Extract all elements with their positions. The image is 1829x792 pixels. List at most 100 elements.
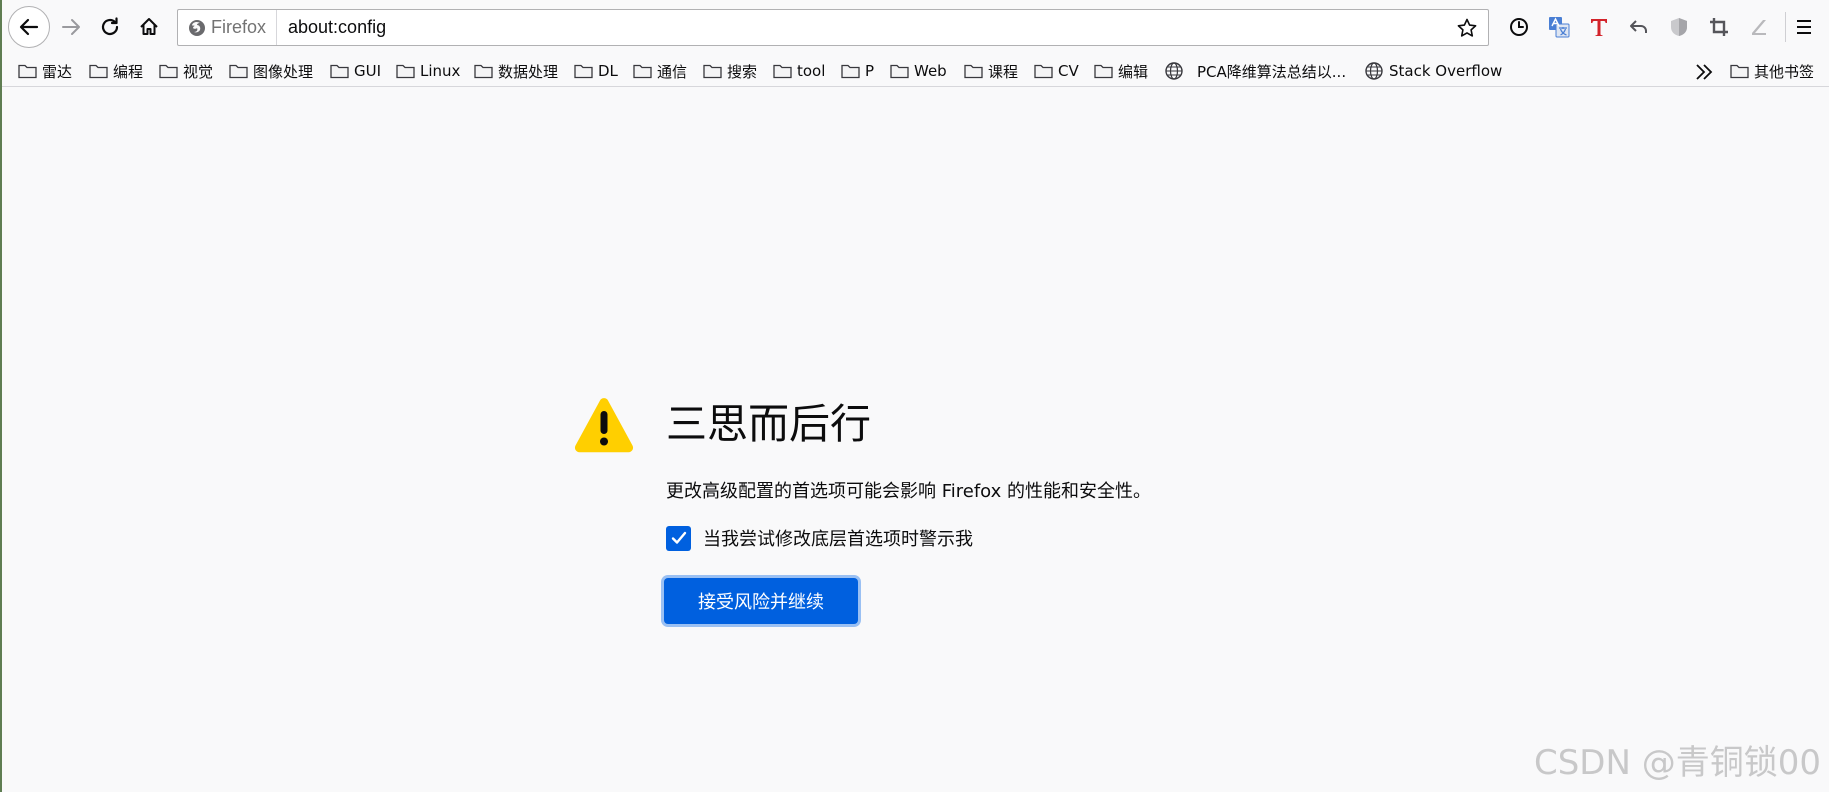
bookmark-label: tool bbox=[797, 62, 826, 80]
bookmark-folder[interactable]: 课程 bbox=[964, 59, 1018, 83]
bookmark-folder[interactable]: 编程 bbox=[89, 59, 143, 83]
folder-icon bbox=[159, 64, 178, 79]
shield-extension-button[interactable] bbox=[1659, 8, 1699, 46]
bookmark-folder[interactable]: 编辑 bbox=[1094, 59, 1148, 83]
undo-arrow-icon bbox=[1630, 20, 1647, 33]
z-letter-icon bbox=[1752, 20, 1766, 35]
folder-icon bbox=[841, 64, 860, 79]
bookmark-label: GUI bbox=[354, 62, 382, 80]
undo-close-button[interactable] bbox=[1619, 8, 1659, 46]
forward-arrow-icon bbox=[62, 19, 80, 35]
bookmark-link[interactable]: Stack Overflow bbox=[1364, 59, 1502, 83]
bookmark-folder[interactable]: GUI bbox=[330, 59, 381, 83]
extension-toolbar bbox=[1499, 8, 1792, 46]
z-extension-button[interactable] bbox=[1739, 8, 1779, 46]
folder-icon bbox=[396, 64, 415, 79]
bookmark-label: PCA降维算法总结以... bbox=[1197, 62, 1347, 81]
translate-button[interactable] bbox=[1539, 8, 1579, 46]
bookmark-label: Linux bbox=[420, 62, 461, 80]
bookmark-label: P bbox=[865, 62, 875, 80]
bookmark-folder[interactable]: 通信 bbox=[633, 59, 687, 83]
bookmark-label: 数据处理 bbox=[498, 62, 559, 81]
bookmark-label: CV bbox=[1058, 62, 1079, 80]
folder-icon bbox=[633, 64, 652, 79]
red-t-icon bbox=[1591, 19, 1607, 36]
bookmark-label: 雷达 bbox=[42, 62, 73, 81]
forward-button[interactable] bbox=[52, 8, 90, 46]
bookmark-folder[interactable]: DL bbox=[574, 59, 618, 83]
url-text: about:config bbox=[288, 17, 387, 37]
folder-icon bbox=[229, 64, 248, 79]
browser-window: Firefox about:config 雷达 编程 视觉 图像处理 GUI L… bbox=[0, 0, 1829, 792]
reload-button[interactable] bbox=[91, 8, 129, 46]
bookmark-label: Stack Overflow bbox=[1389, 62, 1503, 80]
bookmark-folder[interactable]: 图像处理 bbox=[229, 59, 313, 83]
bookmarks-toolbar: 雷达 编程 视觉 图像处理 GUI Linux 数据处理 DL 通信 搜索 to… bbox=[2, 55, 1829, 87]
folder-icon bbox=[18, 64, 37, 79]
bookmark-label: 图像处理 bbox=[253, 62, 314, 81]
other-bookmarks-folder[interactable]: 其他书签 bbox=[1730, 59, 1814, 83]
globe-icon bbox=[1165, 62, 1183, 80]
checkmark-icon bbox=[671, 531, 686, 544]
bookmark-label: 其他书签 bbox=[1754, 62, 1815, 81]
bookmark-label: 编辑 bbox=[1118, 62, 1149, 81]
warn-me-checkbox-row[interactable]: 当我尝试修改底层首选项时警示我 bbox=[666, 525, 973, 551]
warn-me-checkbox[interactable] bbox=[666, 525, 691, 551]
crop-icon bbox=[1710, 18, 1728, 36]
folder-icon bbox=[773, 64, 792, 79]
identity-box[interactable]: Firefox bbox=[178, 10, 278, 45]
history-button[interactable] bbox=[1499, 8, 1539, 46]
bookmark-label: 通信 bbox=[657, 62, 688, 81]
bookmark-folder[interactable]: Linux bbox=[396, 59, 460, 83]
bookmark-label: DL bbox=[598, 62, 618, 80]
back-button[interactable] bbox=[8, 6, 50, 48]
text-extension-button[interactable] bbox=[1579, 8, 1619, 46]
chevron-double-right-icon[interactable] bbox=[1694, 63, 1714, 81]
watermark: CSDN @青铜锁00 bbox=[1533, 743, 1821, 783]
url-bar[interactable]: Firefox about:config bbox=[177, 9, 1489, 46]
navigation-toolbar: Firefox about:config bbox=[2, 0, 1829, 55]
bookmark-folder[interactable]: Web bbox=[890, 59, 947, 83]
folder-icon bbox=[964, 64, 983, 79]
bookmark-label: 编程 bbox=[113, 62, 144, 81]
warning-title: 三思而后行 bbox=[666, 400, 871, 448]
warn-me-checkbox-label: 当我尝试修改底层首选项时警示我 bbox=[703, 529, 973, 550]
home-button[interactable] bbox=[130, 8, 168, 46]
menu-button[interactable] bbox=[1785, 8, 1823, 46]
shield-icon bbox=[1671, 18, 1687, 36]
warning-description: 更改高级配置的首选项可能会影响 Firefox 的性能和安全性。 bbox=[666, 481, 1152, 502]
folder-icon bbox=[1034, 64, 1053, 79]
folder-icon bbox=[1730, 64, 1749, 79]
screenshot-button[interactable] bbox=[1699, 8, 1739, 46]
bookmark-folder[interactable]: CV bbox=[1034, 59, 1079, 83]
globe-icon bbox=[1365, 62, 1383, 80]
home-icon bbox=[140, 18, 158, 35]
bookmark-label: 课程 bbox=[988, 62, 1019, 81]
bookmark-folder[interactable]: P bbox=[841, 59, 874, 83]
hamburger-menu-icon bbox=[1797, 20, 1811, 34]
identity-label: Firefox bbox=[211, 17, 267, 37]
reload-icon bbox=[101, 17, 119, 36]
clock-icon bbox=[1510, 18, 1528, 36]
folder-icon bbox=[330, 64, 349, 79]
bookmark-label: 视觉 bbox=[183, 62, 214, 81]
bookmark-folder[interactable]: tool bbox=[773, 59, 825, 83]
folder-icon bbox=[703, 64, 722, 79]
folder-icon bbox=[890, 64, 909, 79]
bookmark-folder[interactable]: 数据处理 bbox=[474, 59, 558, 83]
folder-icon bbox=[574, 64, 593, 79]
folder-icon bbox=[1094, 64, 1113, 79]
bookmark-folder[interactable]: 视觉 bbox=[159, 59, 213, 83]
bookmark-folder[interactable]: 雷达 bbox=[18, 59, 72, 83]
back-arrow-icon bbox=[19, 18, 39, 36]
bookmark-label: 搜索 bbox=[727, 62, 758, 81]
folder-icon bbox=[474, 64, 493, 79]
bookmark-link[interactable]: PCA降维算法总结以... bbox=[1164, 59, 1346, 83]
folder-icon bbox=[89, 64, 108, 79]
accept-risk-button[interactable]: 接受风险并继续 bbox=[664, 578, 858, 624]
firefox-logo-icon bbox=[189, 19, 205, 36]
bookmark-folder[interactable]: 搜索 bbox=[703, 59, 757, 83]
warning-triangle-icon bbox=[574, 398, 634, 453]
about-config-warning-page: 三思而后行 更改高级配置的首选项可能会影响 Firefox 的性能和安全性。 当… bbox=[2, 88, 1829, 792]
bookmark-star-icon[interactable] bbox=[1456, 17, 1478, 39]
